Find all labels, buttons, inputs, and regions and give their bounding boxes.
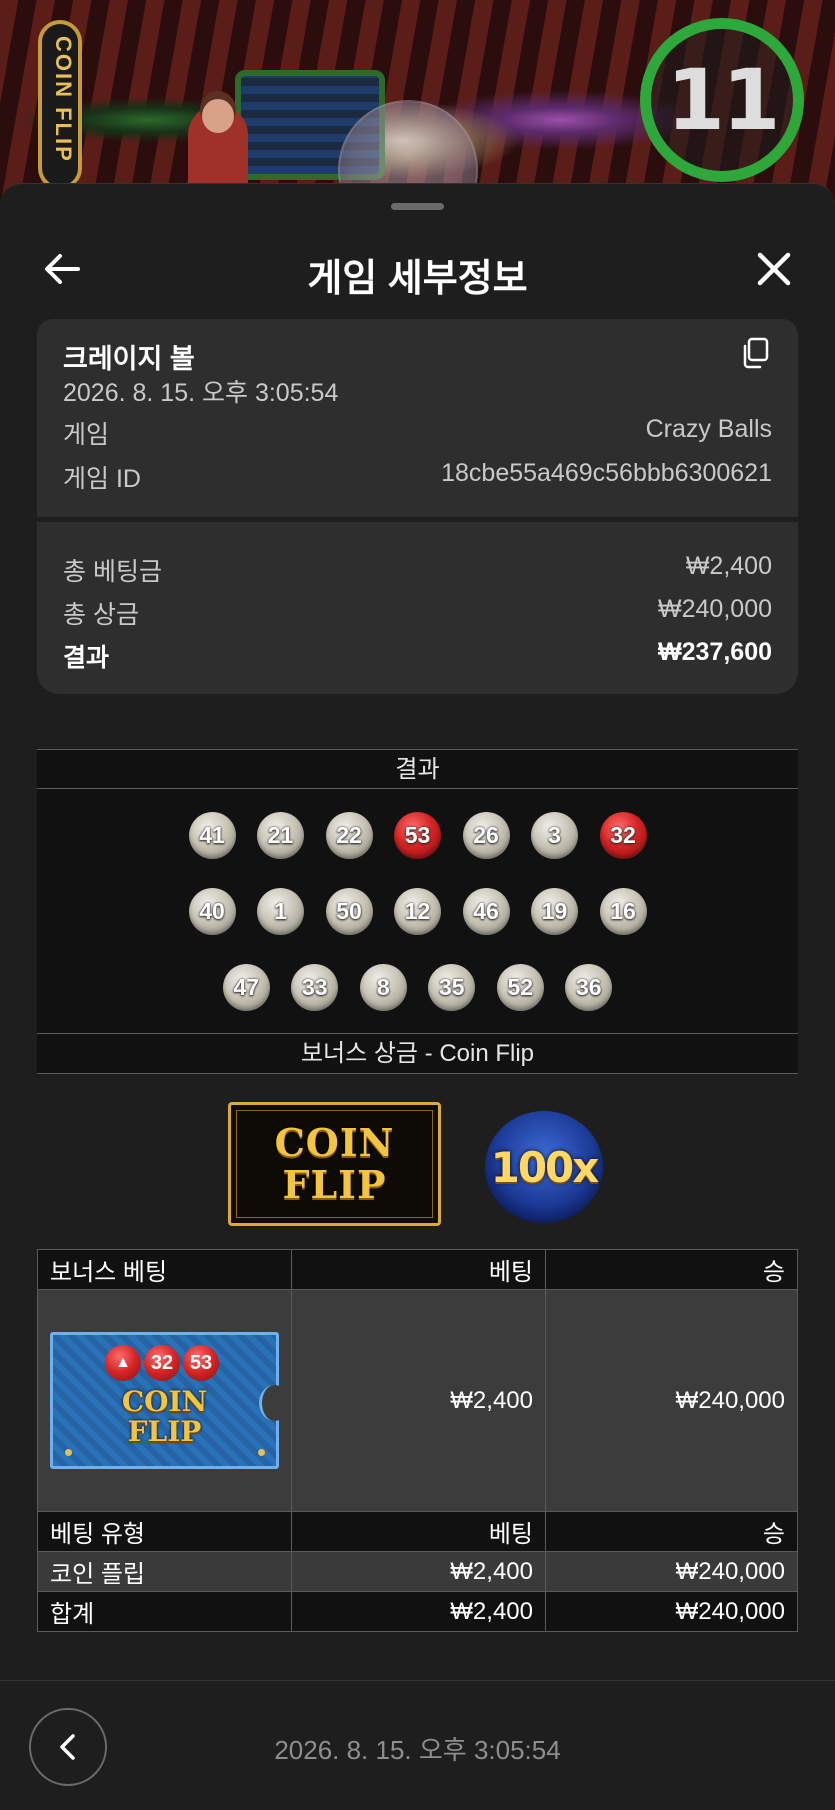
ticket-row: ▲ 32 53 COIN FLIP ₩2,400 ₩240,000 — [37, 1289, 798, 1512]
total-bet-value: ₩2,400 — [685, 552, 772, 580]
bonus-header: 보너스 상금 - Coin Flip — [37, 1034, 798, 1074]
red-ball: 32 — [599, 812, 647, 859]
footer-divider — [0, 1680, 835, 1681]
ball: 47 — [222, 964, 270, 1011]
total-label: 합계 — [37, 1591, 292, 1632]
sheet-header: 게임 세부정보 — [0, 229, 835, 300]
game-id-row: 게임 ID 18cbe55a469c56bbb6300621 — [63, 459, 772, 495]
page-title: 게임 세부정보 — [307, 258, 528, 300]
ball: 46 — [462, 888, 510, 935]
ball-row: 40 1 50 12 46 19 16 — [37, 888, 798, 935]
game-label: 게임 — [63, 421, 110, 449]
ball: 41 — [188, 812, 236, 859]
game-id-label: 게임 ID — [63, 465, 141, 493]
ticket-line2: FLIP — [127, 1415, 202, 1448]
ball-row: 47 33 8 35 52 36 — [37, 964, 798, 1011]
ticket-title: COIN FLIP — [53, 1387, 276, 1447]
ball: 16 — [599, 888, 647, 935]
ball: 12 — [394, 888, 441, 935]
col-bet: 베팅 — [291, 1249, 546, 1290]
win-amount: ₩240,000 — [545, 1551, 798, 1592]
copy-icon[interactable] — [740, 337, 770, 369]
ticket-dot — [258, 1449, 265, 1456]
ticket-dot — [65, 1449, 72, 1456]
coin-flip-logo: COIN FLIP — [228, 1102, 441, 1226]
coin-flip-ticket: ▲ 32 53 COIN FLIP — [50, 1332, 290, 1469]
ball: 36 — [565, 964, 613, 1011]
game-name: 크레이지 볼 — [63, 344, 195, 374]
ticket-bet: ₩2,400 — [291, 1289, 546, 1512]
ball: 3 — [531, 812, 578, 859]
total-win: ₩240,000 — [545, 1591, 798, 1632]
ticket-ball-2: 53 — [183, 1345, 219, 1381]
countdown-timer: 11 — [640, 18, 804, 182]
coin-flip-sign: COIN FLIP — [38, 20, 82, 190]
game-details-sheet: 게임 세부정보 크레이지 볼 2026. 8. 15. 오후 3:05:54 게… — [0, 183, 835, 1810]
ball-row: 41 21 22 53 26 3 32 — [37, 812, 798, 859]
game-row: 게임 Crazy Balls — [63, 415, 772, 451]
ball: 35 — [428, 964, 476, 1011]
ticket-win: ₩240,000 — [545, 1289, 798, 1512]
game-summary-card: 크레이지 볼 2026. 8. 15. 오후 3:05:54 게임 Crazy … — [37, 319, 798, 517]
footer-datetime: 2026. 8. 15. 오후 3:05:54 — [274, 1735, 561, 1765]
col-bet-type: 베팅 유형 — [37, 1511, 292, 1552]
drawn-balls: 41 21 22 53 26 3 32 40 1 50 12 46 19 16 47 33 8 35 52 36 — [37, 789, 798, 1034]
col-win-2: 승 — [545, 1511, 798, 1552]
total-win-row: 총 상금 ₩240,000 — [63, 595, 772, 631]
total-bet-label: 총 베팅금 — [63, 558, 162, 586]
table-row-total: 합계 ₩2,400 ₩240,000 — [37, 1591, 798, 1632]
results-table: 결과 41 21 22 53 26 3 32 40 1 50 12 46 19 16 47 33 8 35 52 36… — [37, 749, 798, 1074]
col-bonus-bet: 보너스 베팅 — [37, 1249, 292, 1290]
multiplier-badge: 100x — [485, 1111, 603, 1223]
bets-header-row: 보너스 베팅 베팅 승 — [37, 1249, 798, 1290]
bets-table: 보너스 베팅 베팅 승 ▲ 32 53 COIN FLIP ₩2,400 ₩24… — [37, 1249, 798, 1632]
ball: 33 — [291, 964, 339, 1011]
result-row: 결과 ₩237,600 — [63, 638, 772, 674]
game-id-value: 18cbe55a469c56bbb6300621 — [441, 459, 772, 487]
totals-card: 총 베팅금 ₩2,400 총 상금 ₩240,000 결과 ₩237,600 — [37, 522, 798, 694]
close-icon[interactable] — [752, 247, 796, 291]
multiplier-value: 100x — [490, 1142, 600, 1192]
sheet-grabber[interactable] — [391, 203, 444, 210]
results-header: 결과 — [37, 749, 798, 789]
live-video-area: COIN FLIP 11 — [0, 0, 835, 200]
ball: 52 — [496, 964, 544, 1011]
ticket-line1: COIN — [121, 1385, 208, 1418]
ball: 40 — [188, 888, 236, 935]
total-bet: ₩2,400 — [291, 1591, 546, 1632]
countdown-value: 11 — [666, 51, 781, 149]
logo-line2: FLIP — [282, 1162, 387, 1207]
ball: 50 — [325, 888, 373, 935]
ball: 21 — [257, 812, 304, 859]
ticket-ball-1: 32 — [144, 1345, 180, 1381]
col-bet-2: 베팅 — [291, 1511, 546, 1552]
tent-icon: ▲ — [105, 1345, 141, 1381]
total-win-label: 총 상금 — [63, 601, 139, 629]
ball: 19 — [531, 888, 578, 935]
result-value: ₩237,600 — [658, 638, 772, 666]
total-win-value: ₩240,000 — [658, 595, 772, 623]
ticket-cell: ▲ 32 53 COIN FLIP — [37, 1289, 292, 1512]
ball: 1 — [257, 888, 304, 935]
game-datetime: 2026. 8. 15. 오후 3:05:54 — [63, 379, 339, 407]
bet-amount: ₩2,400 — [291, 1551, 546, 1592]
bet-type: 코인 플립 — [37, 1551, 292, 1592]
red-ball: 53 — [394, 812, 441, 859]
coin-flip-sign-text: COIN FLIP — [51, 36, 76, 163]
table-row: 코인 플립 ₩2,400 ₩240,000 — [37, 1551, 798, 1592]
total-bet-row: 총 베팅금 ₩2,400 — [63, 552, 772, 588]
col-win: 승 — [545, 1249, 798, 1290]
logo-line1: COIN — [274, 1120, 395, 1165]
ball: 26 — [462, 812, 510, 859]
bet-type-header-row: 베팅 유형 베팅 승 — [37, 1511, 798, 1552]
game-value: Crazy Balls — [645, 415, 772, 443]
ball: 22 — [325, 812, 373, 859]
ball: 8 — [359, 964, 407, 1011]
result-label: 결과 — [63, 644, 110, 672]
